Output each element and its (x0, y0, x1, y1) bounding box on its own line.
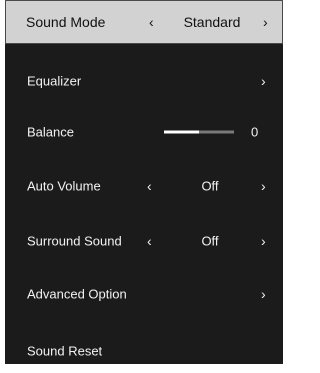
chevron-right-icon[interactable]: › (261, 287, 266, 301)
sound-mode-value: Standard (183, 14, 241, 30)
chevron-left-icon[interactable]: ‹ (147, 234, 152, 248)
surround-sound-row[interactable]: Surround Sound ‹ Off › (5, 219, 283, 263)
advanced-option-label: Advanced Option (27, 286, 127, 302)
sound-mode-label: Sound Mode (26, 14, 106, 30)
sound-reset-row[interactable]: Sound Reset (5, 329, 283, 373)
sound-mode-row[interactable]: Sound Mode ‹ Standard › (5, 0, 283, 44)
advanced-option-row[interactable]: Advanced Option › (5, 272, 283, 316)
auto-volume-row[interactable]: Auto Volume ‹ Off › (5, 164, 283, 208)
balance-slider[interactable] (164, 130, 234, 134)
chevron-left-icon[interactable]: ‹ (147, 179, 152, 193)
balance-row[interactable]: Balance 0 (5, 110, 283, 154)
sound-settings-menu: Sound Mode ‹ Standard › Equalizer › Bala… (5, 0, 283, 364)
auto-volume-label: Auto Volume (27, 178, 101, 194)
auto-volume-value: Off (201, 178, 219, 194)
equalizer-row[interactable]: Equalizer › (5, 59, 283, 103)
chevron-right-icon[interactable]: › (261, 234, 266, 248)
chevron-right-icon[interactable]: › (263, 15, 268, 29)
chevron-right-icon[interactable]: › (261, 179, 266, 193)
balance-slider-fill (164, 130, 199, 134)
balance-label: Balance (27, 124, 74, 140)
equalizer-label: Equalizer (27, 73, 82, 89)
balance-value: 0 (251, 124, 259, 140)
chevron-left-icon[interactable]: ‹ (149, 15, 154, 29)
sound-reset-label: Sound Reset (27, 343, 103, 359)
chevron-right-icon[interactable]: › (261, 74, 266, 88)
surround-sound-value: Off (201, 233, 219, 249)
surround-sound-label: Surround Sound (27, 233, 122, 249)
